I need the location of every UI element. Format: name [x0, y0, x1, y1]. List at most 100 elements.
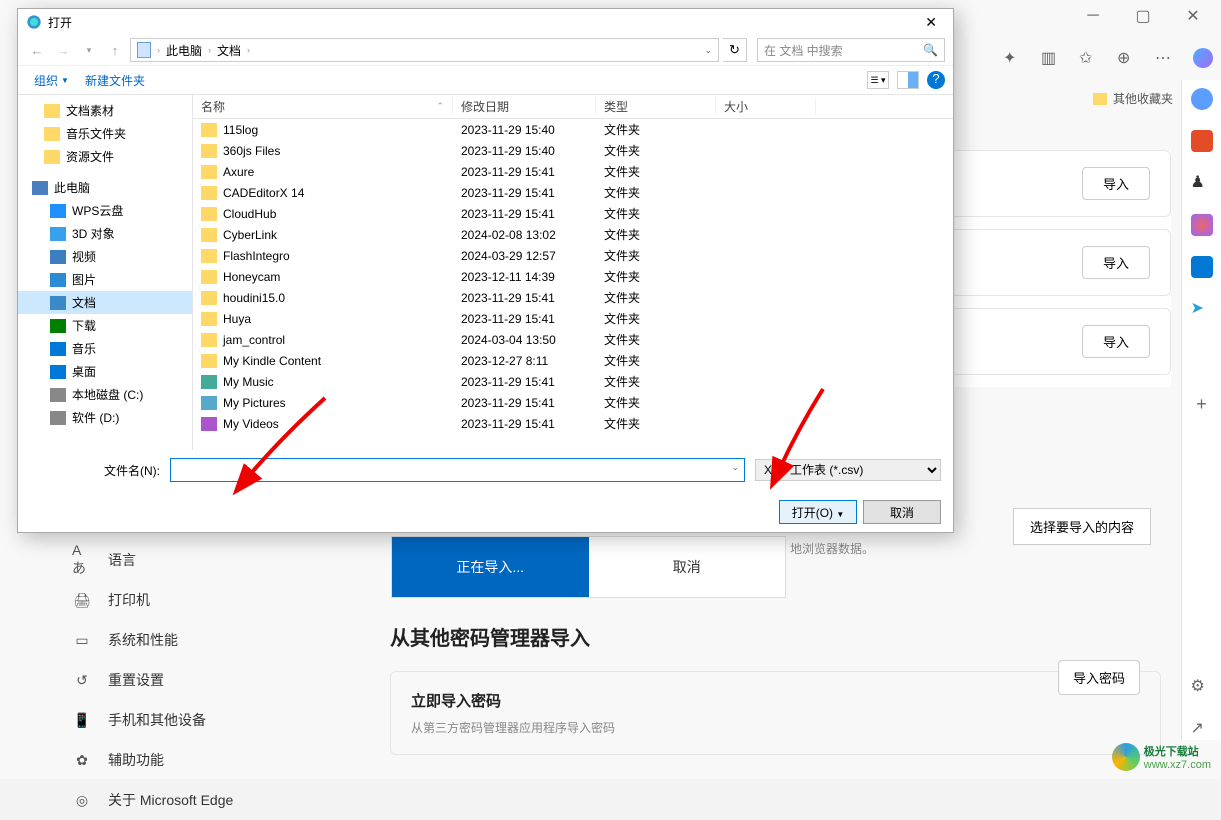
tree-item[interactable]: 下载	[18, 314, 192, 337]
side-office-icon[interactable]	[1191, 214, 1213, 236]
file-row[interactable]: 115log2023-11-29 15:40文件夹	[193, 119, 953, 140]
settings-nav-item[interactable]: 📱手机和其他设备	[56, 700, 306, 740]
file-row[interactable]: CADEditorX 142023-11-29 15:41文件夹	[193, 182, 953, 203]
select-import-content-button[interactable]: 选择要导入的内容	[1013, 508, 1151, 545]
copilot-icon[interactable]	[1193, 48, 1213, 68]
import-button-1[interactable]: 导入	[1082, 167, 1150, 200]
pc-icon	[32, 181, 48, 195]
dropdown-icon[interactable]: ⌄	[704, 45, 712, 56]
importing-cancel-button[interactable]: 取消	[589, 537, 786, 597]
side-games-icon[interactable]: ♟	[1191, 172, 1213, 194]
side-outlook-icon[interactable]	[1191, 256, 1213, 278]
minimize-button[interactable]: ─	[1077, 2, 1109, 30]
file-row[interactable]: My Pictures2023-11-29 15:41文件夹	[193, 392, 953, 413]
breadcrumb-root[interactable]: 此电脑	[166, 42, 202, 59]
preview-pane-button[interactable]	[897, 71, 919, 89]
import-password-button[interactable]: 导入密码	[1058, 660, 1140, 695]
breadcrumb-folder[interactable]: 文档	[217, 42, 241, 59]
file-row[interactable]: FlashIntegro2024-03-29 12:57文件夹	[193, 245, 953, 266]
close-button[interactable]: ✕	[1177, 2, 1209, 30]
view-options-button[interactable]: ☰ ▾	[867, 71, 889, 89]
tree-item[interactable]: 资源文件	[18, 145, 192, 168]
recent-button[interactable]: ▾	[78, 39, 100, 61]
split-icon[interactable]: ▥	[1041, 48, 1061, 68]
search-input[interactable]: 在 文档 中搜索 🔍	[757, 38, 945, 62]
settings-nav-item[interactable]: 🖨打印机	[56, 580, 306, 620]
list-header[interactable]: 名称⌃ 修改日期 类型 大小	[193, 95, 953, 119]
file-row[interactable]: Axure2023-11-29 15:41文件夹	[193, 161, 953, 182]
col-name[interactable]: 名称⌃	[193, 98, 453, 115]
open-button[interactable]: 打开(O) ▼	[779, 500, 857, 524]
side-telegram-icon[interactable]: ➤	[1191, 298, 1213, 320]
tree-label: 此电脑	[54, 179, 90, 196]
favorites-icon[interactable]: ✩	[1079, 48, 1099, 68]
tree-item[interactable]: 软件 (D:)	[18, 406, 192, 429]
side-settings-icon[interactable]: ⚙	[1191, 676, 1213, 698]
refresh-button[interactable]: ↻	[723, 38, 747, 62]
col-type[interactable]: 类型	[596, 98, 716, 115]
settings-nav-item[interactable]: ▭系统和性能	[56, 620, 306, 660]
tree-item[interactable]: 本地磁盘 (C:)	[18, 383, 192, 406]
maximize-button[interactable]: ▢	[1127, 2, 1159, 30]
importing-modal: 正在导入... 取消	[391, 536, 786, 598]
extensions-icon[interactable]: ✦	[1003, 48, 1023, 68]
file-row[interactable]: My Music2023-11-29 15:41文件夹	[193, 371, 953, 392]
dropdown-icon[interactable]: ⌄	[731, 462, 739, 473]
settings-nav-item[interactable]: ✿辅助功能	[56, 740, 306, 780]
settings-nav-item[interactable]: ◎关于 Microsoft Edge	[56, 780, 306, 820]
tree-item-this-pc[interactable]: 此电脑	[18, 176, 192, 199]
settings-nav-item[interactable]: ↺重置设置	[56, 660, 306, 700]
up-button[interactable]: ↑	[104, 39, 126, 61]
file-row[interactable]: Honeycam2023-12-11 14:39文件夹	[193, 266, 953, 287]
col-size[interactable]: 大小	[716, 98, 816, 115]
organize-menu[interactable]: 组织 ▼	[26, 69, 77, 92]
settings-nav-item[interactable]: Aあ语言	[56, 540, 306, 580]
side-search-icon[interactable]	[1191, 88, 1213, 110]
file-row[interactable]: houdini15.02023-11-29 15:41文件夹	[193, 287, 953, 308]
filetype-select[interactable]: XLS 工作表 (*.csv)	[755, 459, 941, 481]
side-add-icon[interactable]: +	[1191, 394, 1213, 416]
dialog-close-button[interactable]: ✕	[917, 12, 945, 33]
file-row[interactable]: 360js Files2023-11-29 15:40文件夹	[193, 140, 953, 161]
new-folder-button[interactable]: 新建文件夹	[77, 69, 153, 92]
file-row[interactable]: CyberLink2024-02-08 13:02文件夹	[193, 224, 953, 245]
file-row[interactable]: My Videos2023-11-29 15:41文件夹	[193, 413, 953, 434]
tree-item[interactable]: 音乐	[18, 337, 192, 360]
tree-item[interactable]: 桌面	[18, 360, 192, 383]
file-rows[interactable]: 115log2023-11-29 15:40文件夹360js Files2023…	[193, 119, 953, 450]
file-type: 文件夹	[596, 121, 716, 138]
language-icon: Aあ	[72, 550, 92, 570]
bookmarks-folder[interactable]: 其他收藏夹	[1093, 90, 1173, 107]
file-row[interactable]: My Kindle Content2023-12-27 8:11文件夹	[193, 350, 953, 371]
col-date[interactable]: 修改日期	[453, 98, 596, 115]
tree-item[interactable]: 文档	[18, 291, 192, 314]
file-date: 2023-11-29 15:41	[453, 207, 596, 221]
cancel-button[interactable]: 取消	[863, 500, 941, 524]
side-shopping-icon[interactable]	[1191, 130, 1213, 152]
side-hide-icon[interactable]: ↗	[1191, 718, 1213, 740]
file-list: 名称⌃ 修改日期 类型 大小 115log2023-11-29 15:40文件夹…	[193, 95, 953, 450]
breadcrumb[interactable]: › 此电脑 › 文档 › ⌄	[130, 38, 719, 62]
file-date: 2023-11-29 15:41	[453, 417, 596, 431]
importing-status-button[interactable]: 正在导入...	[392, 537, 589, 597]
filename-input[interactable]	[170, 458, 745, 482]
import-button-3[interactable]: 导入	[1082, 325, 1150, 358]
tree-item[interactable]: 视频	[18, 245, 192, 268]
file-row[interactable]: CloudHub2023-11-29 15:41文件夹	[193, 203, 953, 224]
file-row[interactable]: jam_control2024-03-04 13:50文件夹	[193, 329, 953, 350]
edge-sidebar: ♟ ➤ + ⚙ ↗	[1181, 80, 1221, 740]
help-button[interactable]: ?	[927, 71, 945, 89]
import-button-2[interactable]: 导入	[1082, 246, 1150, 279]
menu-icon[interactable]: ⋯	[1155, 48, 1175, 68]
tree-item[interactable]: 图片	[18, 268, 192, 291]
tree-item[interactable]: 3D 对象	[18, 222, 192, 245]
tree-item[interactable]: WPS云盘	[18, 199, 192, 222]
file-type: 文件夹	[596, 226, 716, 243]
file-row[interactable]: Huya2023-11-29 15:41文件夹	[193, 308, 953, 329]
forward-button[interactable]: →	[52, 39, 74, 61]
nav-tree[interactable]: 文档素材音乐文件夹资源文件此电脑 WPS云盘3D 对象视频图片文档下载音乐桌面本地…	[18, 95, 193, 450]
tree-item[interactable]: 音乐文件夹	[18, 122, 192, 145]
back-button[interactable]: ←	[26, 39, 48, 61]
tree-item[interactable]: 文档素材	[18, 99, 192, 122]
collections-icon[interactable]: ⊕	[1117, 48, 1137, 68]
